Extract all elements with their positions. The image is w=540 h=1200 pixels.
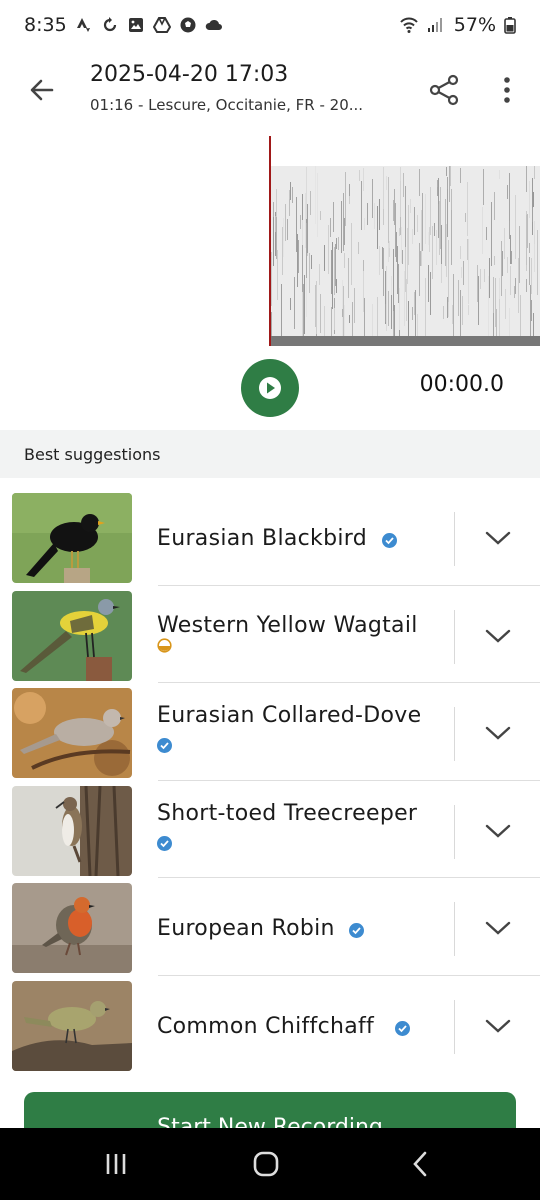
row-divider — [454, 609, 455, 664]
app-header: 2025-04-20 17:03 01:16 - Lescure, Occita… — [0, 52, 540, 132]
chevron-down-icon — [485, 726, 511, 740]
status-bar: 8:35 57% — [0, 0, 540, 50]
gallery-icon — [127, 16, 145, 34]
verified-check-icon — [157, 835, 172, 851]
arrow-back-icon — [30, 79, 54, 101]
home-button[interactable] — [246, 1148, 286, 1180]
soccer-icon — [179, 16, 197, 34]
verified-check-icon — [382, 533, 397, 548]
suggestion-row[interactable]: Eurasian Blackbird — [0, 488, 540, 586]
play-button[interactable] — [241, 359, 299, 417]
species-name: Western Yellow Wagtail — [157, 612, 418, 638]
row-divider — [454, 804, 455, 859]
signal-icon — [426, 16, 444, 34]
expand-button[interactable] — [478, 518, 518, 558]
suggestion-row[interactable]: European Robin — [0, 878, 540, 976]
expand-button[interactable] — [478, 616, 518, 656]
chevron-down-icon — [485, 824, 511, 838]
row-divider — [454, 902, 455, 956]
play-icon — [259, 377, 281, 399]
verified-check-icon — [157, 738, 172, 753]
suggestion-row[interactable]: Western Yellow Wagtail — [0, 586, 540, 683]
species-name: Common Chiffchaff — [157, 1013, 375, 1039]
section-title: Best suggestions — [24, 444, 161, 464]
wifi-icon — [400, 16, 418, 34]
back-chevron-icon — [413, 1151, 427, 1177]
playback-timer: 00:00.0 — [419, 372, 504, 397]
drive-icon — [152, 16, 171, 34]
strava-icon — [75, 16, 93, 34]
expand-button[interactable] — [478, 1006, 518, 1046]
home-icon — [253, 1151, 279, 1177]
more-options-button[interactable] — [490, 70, 524, 110]
share-button[interactable] — [424, 70, 464, 110]
expand-button[interactable] — [478, 908, 518, 948]
suggestion-row[interactable]: Short-toed Treecreeper — [0, 781, 540, 878]
bird-photo — [12, 980, 132, 1071]
playhead[interactable] — [269, 136, 271, 346]
verified-check-icon — [349, 923, 364, 938]
chevron-down-icon — [485, 921, 511, 935]
cloud-icon — [205, 16, 223, 34]
species-name: Short-toed Treecreeper — [157, 800, 418, 826]
status-right: 57% — [400, 14, 516, 36]
expand-button[interactable] — [478, 713, 518, 753]
sync-icon — [101, 16, 119, 34]
section-header: Best suggestions — [0, 430, 540, 478]
row-divider — [454, 999, 455, 1054]
expand-button[interactable] — [478, 811, 518, 851]
recording-title: 2025-04-20 17:03 — [90, 62, 289, 87]
battery-percent: 57% — [453, 14, 496, 36]
chevron-down-icon — [485, 1019, 511, 1033]
recents-icon — [106, 1154, 126, 1174]
status-time: 8:35 — [24, 14, 67, 36]
spectrogram — [270, 166, 540, 346]
suggestion-list: Eurasian Blackbird Western Yellow Wagtai… — [0, 488, 540, 1073]
share-icon — [429, 74, 459, 106]
bird-photo — [12, 785, 132, 876]
back-button[interactable] — [22, 70, 62, 110]
chevron-down-icon — [485, 629, 511, 643]
row-divider — [454, 512, 455, 566]
status-left: 8:35 — [24, 14, 223, 36]
system-back-button[interactable] — [400, 1148, 440, 1180]
suggestion-row[interactable]: Eurasian Collared-Dove — [0, 683, 540, 781]
species-name: European Robin — [157, 916, 335, 941]
recents-button[interactable] — [96, 1148, 136, 1180]
suggestion-row[interactable]: Common Chiffchaff — [0, 976, 540, 1074]
bird-photo — [12, 688, 132, 778]
partial-match-icon — [157, 637, 172, 653]
battery-icon — [504, 16, 516, 34]
row-divider — [454, 707, 455, 761]
recording-subtitle: 01:16 - Lescure, Occitanie, FR - 20... — [90, 96, 364, 114]
chevron-down-icon — [485, 531, 511, 545]
verified-check-icon — [395, 1020, 410, 1036]
species-name: Eurasian Collared-Dove — [157, 703, 422, 728]
more-vert-icon — [504, 77, 510, 103]
bird-photo — [12, 590, 132, 681]
bird-photo — [12, 883, 132, 973]
bird-photo — [12, 493, 132, 583]
navigation-bar — [0, 1128, 540, 1200]
species-name: Eurasian Blackbird — [157, 526, 367, 551]
spectrogram-area[interactable] — [0, 136, 540, 348]
